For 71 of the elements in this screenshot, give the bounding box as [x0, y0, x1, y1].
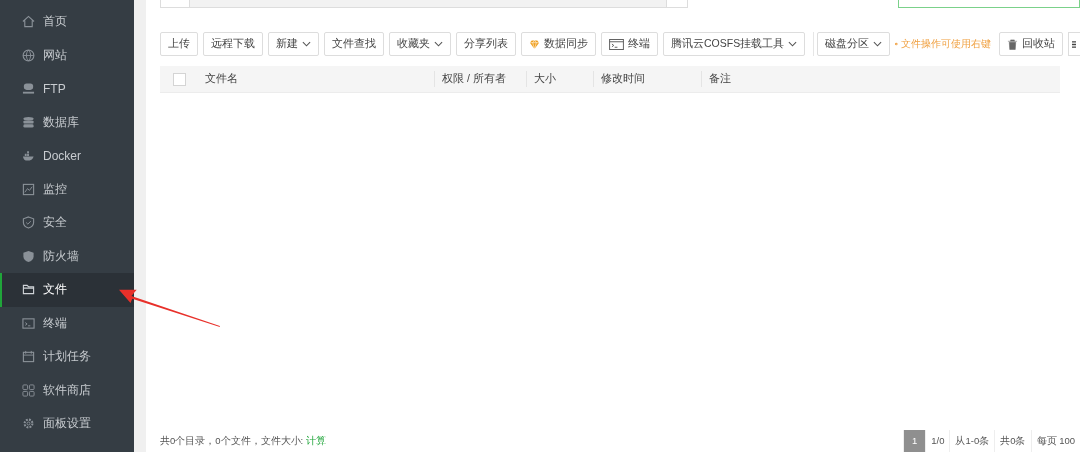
folder-icon [22, 283, 35, 297]
column-header[interactable]: 权限 / 所有者 [442, 72, 506, 86]
caret-icon [434, 41, 443, 47]
hint-text: 文件操作可使用右键 [901, 37, 991, 51]
column-header[interactable]: 备注 [709, 72, 731, 86]
sidebar-item[interactable]: Docker [0, 139, 134, 173]
sidebar-item[interactable]: 计划任务 [0, 340, 134, 374]
gear-icon [22, 417, 35, 431]
sidebar-label: 面板设置 [43, 415, 91, 433]
sidebar-item[interactable]: 防火墙 [0, 239, 134, 273]
sidebar-label: 数据库 [43, 113, 79, 131]
sidebar-label: 首页 [43, 13, 67, 31]
sidebar-label: 监控 [43, 180, 67, 198]
sidebar-item[interactable]: 数据库 [0, 105, 134, 139]
sidebar-label: 软件商店 [43, 381, 91, 399]
home-icon [22, 15, 35, 29]
sidebar-item[interactable]: FTP [0, 72, 134, 106]
caret-icon [302, 41, 311, 47]
recycle-bin-button[interactable]: 回收站 [999, 32, 1063, 56]
sidebar-label: 防火墙 [43, 247, 79, 265]
column-header[interactable]: 修改时间 [601, 72, 645, 86]
select-all-checkbox[interactable] [172, 72, 186, 86]
monitor-icon [22, 182, 35, 196]
sidebar-label: FTP [43, 81, 66, 96]
sidebar-label: 计划任务 [43, 348, 91, 366]
caret-icon [788, 41, 798, 47]
sidebar-label: 安全 [43, 214, 67, 232]
gem-icon [529, 38, 540, 50]
toolbar-button[interactable]: 收藏夹 [389, 32, 451, 56]
terminal-icon [609, 38, 624, 50]
sidebar-label: 网站 [43, 46, 67, 64]
grid-icon [22, 383, 35, 397]
shield-icon [22, 216, 35, 230]
database-icon [22, 115, 35, 129]
sidebar-label: Docker [43, 148, 81, 163]
toolbar-button[interactable]: 磁盘分区 [817, 32, 891, 56]
pagination-item[interactable]: 共0条 [994, 430, 1031, 452]
terminal-icon [22, 316, 35, 330]
sidebar-label: 终端 [43, 314, 67, 332]
shield-icon [22, 249, 35, 263]
sidebar-label: 文件 [43, 281, 67, 299]
pagination-item[interactable]: 1/0 [925, 430, 950, 452]
toolbar-button[interactable]: 分享列表 [456, 32, 516, 56]
calendar-icon [22, 350, 35, 364]
pagination-item[interactable]: 每页 100 [1030, 430, 1080, 452]
sidebar-item[interactable]: 监控 [0, 172, 134, 206]
toolbar-button[interactable]: 腾讯云COSFS挂载工具 [663, 32, 806, 56]
toolbar-button[interactable]: 文件查找 [324, 32, 384, 56]
toolbar-button[interactable]: 终端 [601, 32, 658, 56]
column-header[interactable]: 文件名 [205, 72, 238, 86]
caret-icon [873, 41, 883, 47]
pagination-item[interactable]: 从1-0条 [949, 430, 995, 452]
sidebar-item[interactable]: 软件商店 [0, 373, 134, 407]
sidebar-item[interactable]: 终端 [0, 306, 134, 340]
toolbar-button[interactable]: 数据同步 [521, 32, 596, 56]
toolbar-button[interactable]: 远程下载 [203, 32, 263, 56]
sidebar-item[interactable]: 网站 [0, 38, 134, 72]
toolbar-button[interactable]: 上传 [160, 32, 198, 56]
view-button[interactable] [1068, 32, 1080, 56]
trash-icon [1007, 38, 1018, 50]
server-icon [22, 82, 35, 96]
summary-text: 共0个目录，0个文件，文件大小: [160, 434, 304, 448]
whale-icon [22, 149, 35, 163]
globe-icon [22, 48, 35, 62]
list-icon [1072, 38, 1076, 50]
sidebar-item[interactable]: 首页 [0, 5, 134, 39]
sidebar-item[interactable]: 面板设置 [0, 407, 134, 441]
sidebar-item[interactable]: 文件 [0, 273, 134, 307]
column-header[interactable]: 大小 [534, 72, 556, 86]
sidebar-item[interactable]: 安全 [0, 206, 134, 240]
toolbar-button[interactable]: 新建 [268, 32, 319, 56]
